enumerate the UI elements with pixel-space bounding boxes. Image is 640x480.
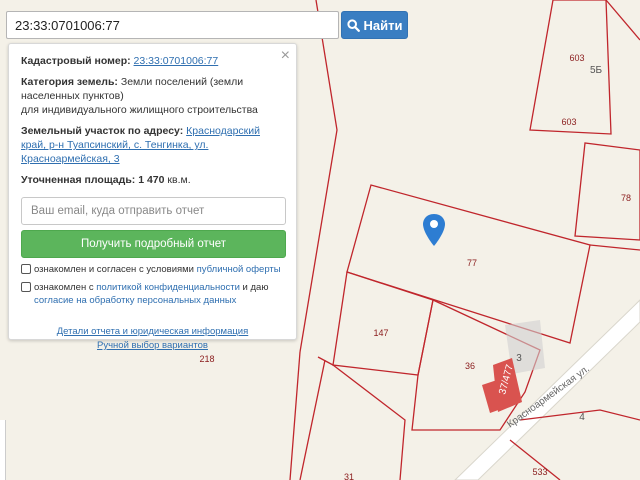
plot-label-9: 533 [532, 467, 547, 477]
plot-label-7: 218 [199, 354, 214, 364]
area-row: Уточненная площадь: 1 470 кв.м. [21, 173, 284, 187]
plot-label-8: 31 [344, 472, 354, 480]
offer-checkbox[interactable] [21, 264, 31, 274]
plot-label-10: 3 [516, 353, 522, 364]
search-button-label: Найти [363, 17, 403, 33]
area-value: 1 470 [138, 174, 165, 186]
plot-label-4: 77 [467, 258, 477, 268]
privacy-mid-text: и даю [239, 282, 269, 293]
report-details-link[interactable]: Детали отчета и юридическая информация [57, 326, 249, 337]
plot-label-0: 603 [569, 53, 584, 63]
privacy-agreement: ознакомлен с политикой конфиденциальност… [21, 281, 284, 307]
cadastral-number-link[interactable]: 23:33:0701006:77 [134, 55, 219, 67]
search-button[interactable]: Найти [341, 11, 408, 39]
usage-value: для индивидуального жилищного строительс… [21, 104, 258, 116]
offer-text: ознакомлен и согласен с условиями [34, 264, 197, 275]
public-offer-link[interactable]: публичной оферты [197, 264, 281, 275]
plot-label-2: 603 [561, 117, 576, 127]
email-field[interactable] [21, 197, 286, 225]
area-label: Уточненная площадь: [21, 174, 136, 186]
card-footer-links: Детали отчета и юридическая информация Р… [21, 325, 284, 353]
offer-agreement-text: ознакомлен и согласен с условиями публич… [34, 263, 281, 276]
area-unit: кв.м. [167, 174, 191, 186]
search-icon [346, 18, 360, 32]
map-edge-control [0, 420, 6, 480]
parcel-info-card: × Кадастровый номер: 23:33:0701006:77 Ка… [8, 43, 297, 351]
category-label: Категория земель: [21, 76, 118, 88]
get-report-button[interactable]: Получить подробный отчет [21, 230, 286, 258]
plot-label-1: 5Б [590, 65, 603, 76]
manual-selection-link[interactable]: Ручной выбор вариантов [97, 340, 208, 351]
privacy-checkbox[interactable] [21, 282, 31, 292]
privacy-agreement-text: ознакомлен с политикой конфиденциальност… [34, 281, 284, 307]
plot-label-3: 78 [621, 193, 631, 203]
address-row: Земельный участок по адресу: Краснодарск… [21, 124, 284, 166]
plot-label-5: 147 [373, 328, 388, 338]
personal-data-consent-link[interactable]: согласие на обработку персональных данны… [34, 295, 236, 306]
privacy-policy-link[interactable]: политикой конфиденциальности [96, 282, 240, 293]
plot-label-11: 4 [579, 412, 585, 423]
search-input[interactable] [6, 11, 339, 39]
cadastral-label: Кадастровый номер: [21, 55, 131, 67]
category-row: Категория земель: Земли поселений (земли… [21, 75, 284, 117]
close-icon[interactable]: × [281, 48, 290, 64]
address-label: Земельный участок по адресу: [21, 125, 184, 137]
cadastral-row: Кадастровый номер: 23:33:0701006:77 [21, 54, 284, 68]
privacy-text: ознакомлен с [34, 282, 97, 293]
offer-agreement: ознакомлен и согласен с условиями публич… [21, 263, 284, 276]
plot-label-6: 36 [465, 361, 475, 371]
